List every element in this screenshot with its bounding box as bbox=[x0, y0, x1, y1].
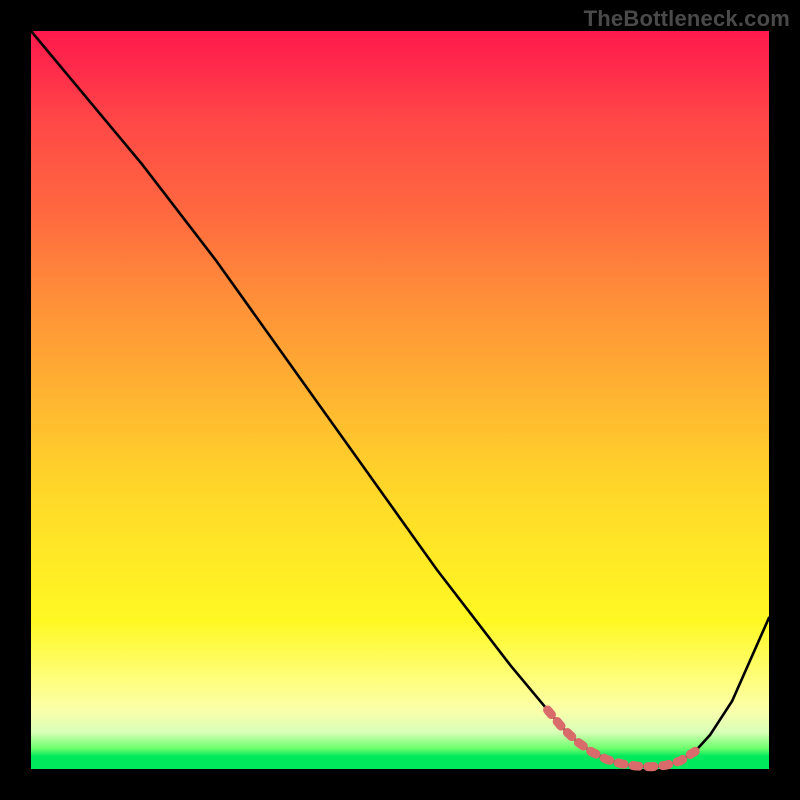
chart-svg bbox=[31, 31, 769, 769]
highlight-line bbox=[548, 710, 696, 767]
curve-line bbox=[31, 31, 769, 767]
chart-area bbox=[31, 31, 769, 769]
watermark-text: TheBottleneck.com bbox=[584, 6, 790, 32]
